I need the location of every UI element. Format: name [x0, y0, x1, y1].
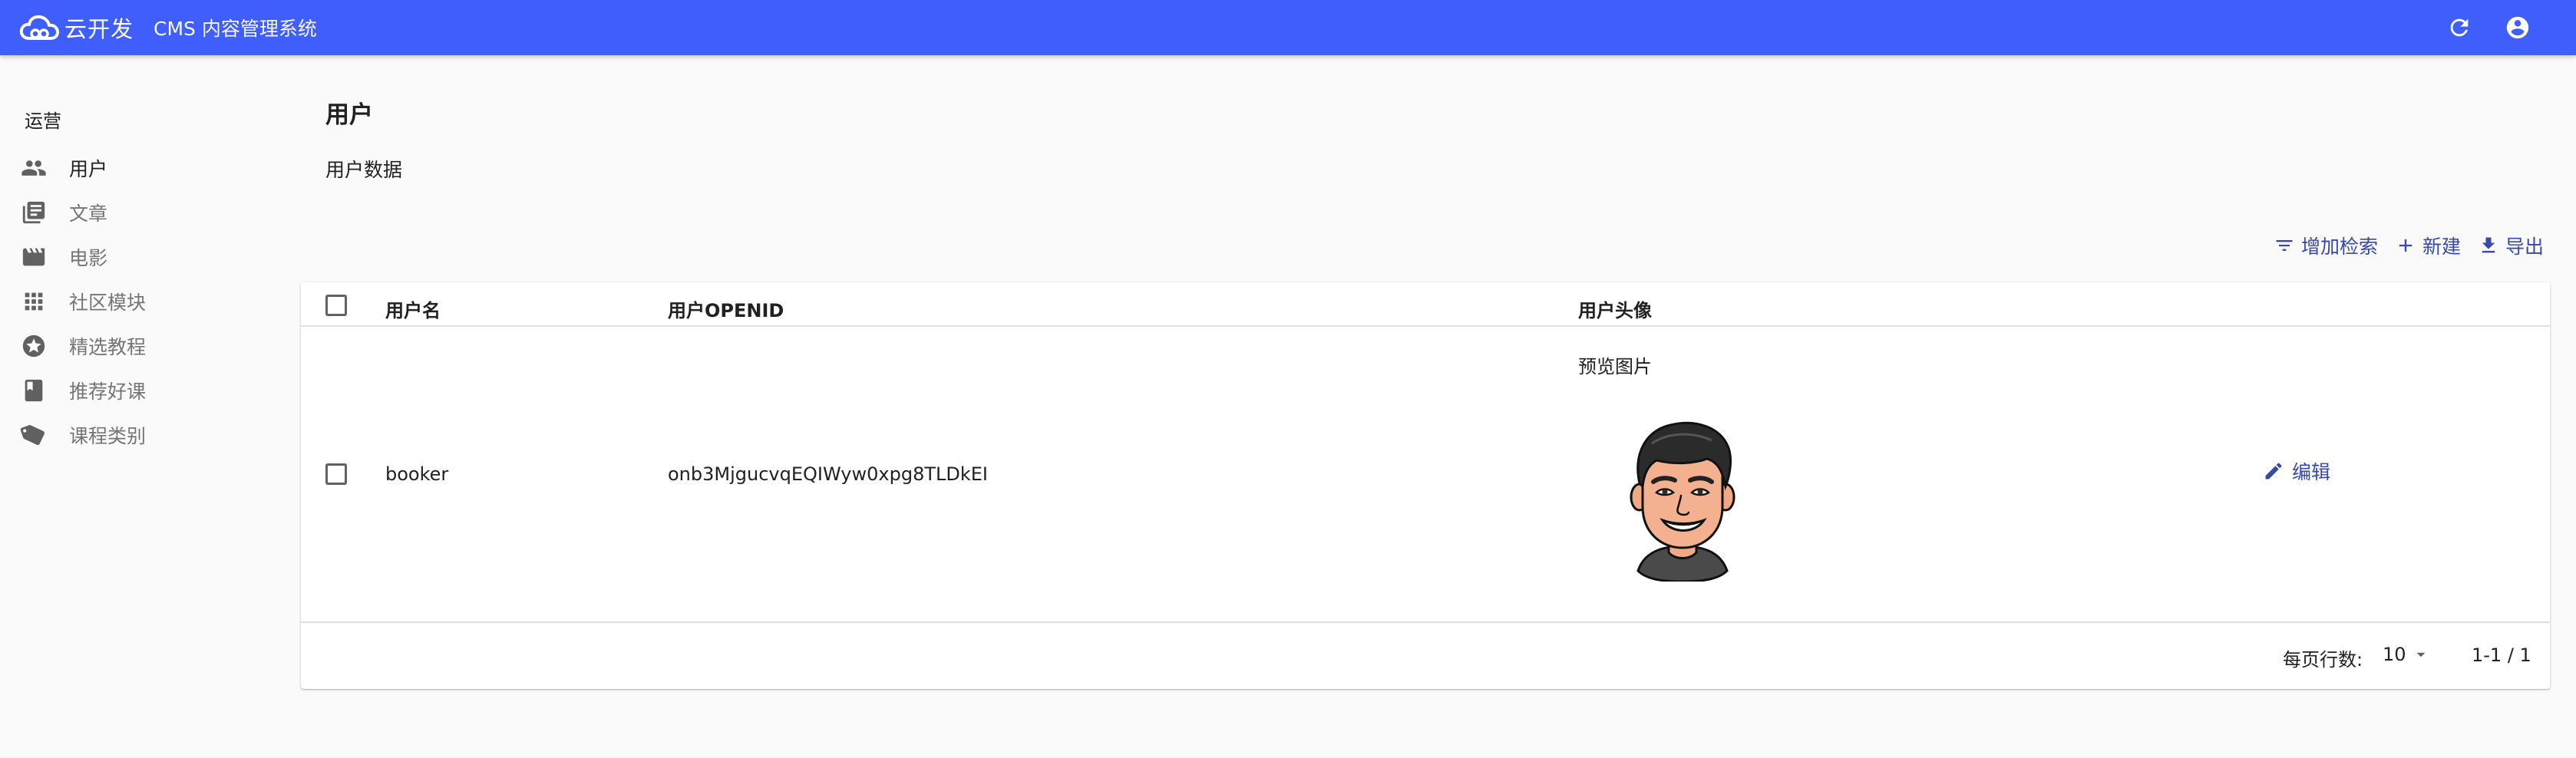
page-subtitle: 用户数据	[325, 159, 403, 181]
caret-down-icon	[2416, 652, 2425, 657]
sidebar-section-title: 运营	[25, 110, 61, 132]
sidebar-item-community[interactable]: 社区模块	[0, 279, 299, 324]
edit-label: 编辑	[2292, 461, 2331, 483]
movie-icon	[20, 243, 48, 271]
rows-per-page-value: 10	[2383, 644, 2406, 665]
people-icon	[20, 154, 48, 182]
table-pagination: 每页行数: 10 1-1 / 1	[301, 623, 2550, 689]
sidebar-item-label: 精选教程	[69, 336, 147, 358]
refresh-button[interactable]	[2441, 9, 2478, 46]
create-button[interactable]: 新建	[2395, 232, 2461, 259]
brand[interactable]: 云开发	[18, 11, 134, 44]
username-cell: booker	[385, 463, 449, 485]
row-checkbox[interactable]	[325, 463, 347, 485]
openid-cell: onb3MjgucvqEQIWyw0xpg8TLDkEI	[668, 463, 988, 485]
select-all-checkbox[interactable]	[325, 295, 347, 316]
pencil-icon	[2265, 463, 2282, 480]
create-label: 新建	[2422, 236, 2461, 258]
rows-per-page-label: 每页行数:	[2283, 649, 2363, 671]
account-circle-icon	[2506, 16, 2529, 39]
page-title: 用户	[325, 101, 373, 129]
sidebar-nav: 用户 文章 电影 社区模块 精选教程 推荐好课 课程类别	[0, 146, 299, 457]
avatar-preview-label: 预览图片	[1578, 356, 1652, 377]
cloud-logo-icon	[19, 15, 59, 40]
sidebar-item-movies[interactable]: 电影	[0, 235, 299, 279]
filter-list-icon	[2276, 240, 2293, 251]
table-row[interactable]: booker onb3MjgucvqEQIWyw0xpg8TLDkEI 预览图片	[301, 327, 2550, 623]
sidebar-item-categories[interactable]: 课程类别	[0, 413, 299, 457]
sidebar-item-tutorials[interactable]: 精选教程	[0, 324, 299, 368]
download-icon	[2482, 237, 2495, 253]
export-button[interactable]: 导出	[2478, 232, 2544, 259]
account-button[interactable]	[2499, 9, 2536, 46]
sidebar-item-label: 文章	[69, 203, 108, 225]
column-header-openid[interactable]: 用户OPENID	[668, 295, 784, 322]
header-actions	[2419, 0, 2536, 55]
column-header-avatar[interactable]: 用户头像	[1578, 295, 1652, 322]
plus-icon	[2399, 239, 2413, 252]
user-avatar-image[interactable]	[1621, 417, 1744, 582]
edit-button[interactable]: 编辑	[2263, 457, 2330, 485]
library-books-icon	[20, 199, 48, 226]
book-icon	[20, 377, 48, 404]
app-title: CMS 内容管理系统	[154, 18, 317, 40]
users-table: 用户名 用户OPENID 用户头像 booker onb3MjgucvqEQIW…	[301, 282, 2550, 689]
rows-per-page-select[interactable]: 10	[2383, 640, 2431, 669]
sidebar-item-label: 社区模块	[69, 292, 147, 314]
star-circle-icon	[20, 332, 48, 360]
table-header: 用户名 用户OPENID 用户头像	[301, 282, 2550, 327]
refresh-icon	[2450, 18, 2469, 37]
sidebar-item-articles[interactable]: 文章	[0, 190, 299, 235]
column-header-username[interactable]: 用户名	[385, 295, 441, 322]
apps-grid-icon	[20, 288, 48, 315]
add-filter-button[interactable]: 增加检索	[2274, 232, 2378, 259]
sidebar-item-users[interactable]: 用户	[0, 146, 299, 190]
export-label: 导出	[2505, 236, 2544, 258]
tags-icon	[20, 421, 48, 449]
sidebar-item-label: 用户	[69, 158, 108, 180]
sidebar-item-courses[interactable]: 推荐好课	[0, 368, 299, 413]
sidebar-item-label: 课程类别	[69, 425, 147, 447]
sidebar-item-label: 电影	[69, 247, 108, 269]
sidebar-item-label: 推荐好课	[69, 381, 147, 403]
page-range: 1-1 / 1	[2472, 644, 2531, 666]
table-toolbar: 增加检索 新建 导出	[2257, 232, 2544, 259]
add-filter-label: 增加检索	[2300, 236, 2378, 258]
app-header: 云开发 CMS 内容管理系统	[0, 0, 2576, 55]
brand-name: 云开发	[64, 16, 134, 42]
